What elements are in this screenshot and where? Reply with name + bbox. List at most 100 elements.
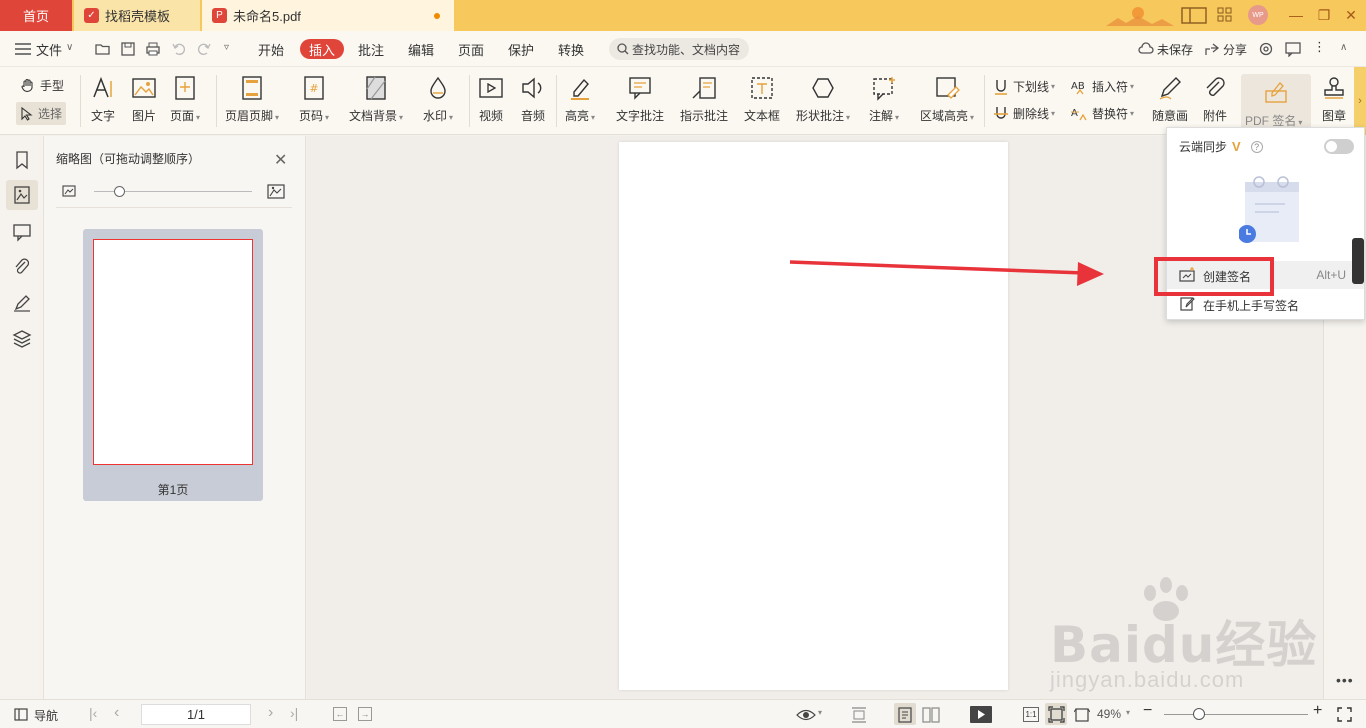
collapse-ribbon-icon[interactable]: ∧ [1340, 42, 1347, 53]
freehand-button[interactable]: 随意画 [1152, 75, 1188, 124]
double-page-icon[interactable] [922, 707, 940, 723]
pointer-comment-button[interactable]: 指示批注 [680, 75, 728, 124]
hamburger-icon[interactable] [15, 43, 31, 55]
tab-start[interactable]: 开始 [258, 40, 284, 59]
text-button[interactable]: 文字 [90, 75, 116, 124]
page-thumbnail[interactable]: 第1页 [83, 229, 263, 501]
tab-protect[interactable]: 保护 [508, 40, 534, 59]
video-button[interactable]: 视频 [478, 75, 504, 124]
annotation-button[interactable]: 注解 ▾ [869, 75, 899, 124]
play-slideshow-icon[interactable] [970, 706, 992, 723]
window-layout-icon[interactable] [1181, 7, 1207, 24]
tab-convert[interactable]: 转换 [558, 40, 584, 59]
pdf-sign-button[interactable]: PDF 签名 ▾ [1241, 74, 1311, 130]
page-number-input[interactable]: 1/1 [141, 704, 251, 725]
close-icon[interactable]: ✕ [1342, 6, 1360, 24]
page-thumbnail-preview [93, 239, 253, 465]
textbox-button[interactable]: 文本框 [744, 75, 780, 124]
attachment-icon[interactable] [12, 257, 32, 277]
insert-symbol-button[interactable]: AB 插入符 ▾ [1071, 78, 1134, 95]
tab-template[interactable]: ✓ 找稻壳模板 [74, 0, 200, 31]
last-page-icon[interactable]: ›| [290, 705, 298, 721]
restore-icon[interactable]: ❐ [1315, 6, 1333, 24]
feedback-icon[interactable] [1285, 41, 1301, 57]
background-button[interactable]: 文档背景 ▾ [349, 75, 403, 124]
fit-page-icon[interactable] [1048, 706, 1065, 723]
zoom-in-thumbnail-icon[interactable] [267, 184, 285, 199]
more-vertical-icon[interactable]: ⋮ [1313, 39, 1326, 55]
comment-icon[interactable] [12, 222, 32, 242]
layers-icon[interactable] [12, 329, 32, 349]
watermark-button[interactable]: 水印 ▾ [423, 75, 453, 124]
print-icon[interactable] [145, 41, 161, 57]
image-button[interactable]: 图片 [131, 75, 157, 124]
tab-edit[interactable]: 编辑 [408, 40, 434, 59]
zoom-percent[interactable]: 49% [1097, 707, 1121, 721]
attachment-button[interactable]: 附件 [1202, 75, 1228, 124]
save-icon[interactable] [120, 41, 136, 57]
hand-tool-button[interactable]: 手型 [20, 77, 64, 94]
eye-dropdown-icon[interactable]: ▾ [818, 708, 822, 717]
apps-grid-icon[interactable] [1217, 7, 1233, 23]
minimize-icon[interactable]: — [1287, 6, 1305, 24]
tab-comment[interactable]: 批注 [358, 40, 384, 59]
strikethrough-button[interactable]: 删除线 ▾ [994, 105, 1055, 122]
file-menu[interactable]: 文件 [36, 40, 62, 59]
redo-icon[interactable] [196, 41, 212, 57]
zoom-dropdown-icon[interactable]: ▾ [1126, 708, 1130, 717]
fit-width-icon[interactable] [851, 707, 867, 723]
replace-symbol-button[interactable]: A 替换符 ▾ [1071, 105, 1134, 122]
select-tool-button[interactable]: 选择 [16, 102, 67, 125]
eye-protection-icon[interactable] [796, 708, 816, 722]
floating-tool-handle[interactable] [1352, 238, 1364, 284]
thumbnail-zoom-slider[interactable] [114, 186, 125, 197]
shape-comment-button[interactable]: 形状批注 ▾ [796, 75, 850, 124]
help-icon[interactable]: ? [1250, 140, 1263, 153]
back-view-icon[interactable]: ← [333, 707, 347, 721]
page-number-button[interactable]: # 页码 ▾ [299, 75, 329, 124]
tab-insert[interactable]: 插入 [300, 39, 344, 59]
unsaved-label[interactable]: 未保存 [1157, 41, 1193, 58]
zoom-out-icon[interactable]: − [1143, 702, 1152, 720]
chevron-down-icon[interactable]: ∨ [66, 42, 73, 53]
zoom-out-thumbnail-icon[interactable] [62, 185, 76, 197]
navigation-panel-icon[interactable] [14, 708, 28, 721]
area-highlight-button[interactable]: 区域高亮 ▾ [920, 75, 974, 124]
signature-icon[interactable] [12, 293, 32, 313]
close-panel-icon[interactable]: ✕ [274, 150, 287, 170]
first-page-icon[interactable]: |‹ [89, 705, 97, 721]
share-button[interactable]: 分享 [1223, 41, 1247, 58]
single-page-icon[interactable] [898, 707, 912, 723]
cloud-sync-toggle[interactable] [1324, 139, 1354, 154]
tab-page[interactable]: 页面 [458, 40, 484, 59]
tab-home[interactable]: 首页 [0, 0, 72, 31]
prev-page-icon[interactable]: ‹ [114, 704, 119, 722]
actual-size-icon[interactable]: 1:1 [1023, 707, 1039, 722]
thumbnail-icon[interactable] [12, 185, 32, 205]
quick-access-more-icon[interactable]: ▿ [224, 42, 229, 53]
underline-button[interactable]: 下划线 ▾ [994, 78, 1055, 95]
stamp-button[interactable]: 图章 [1321, 75, 1347, 124]
header-footer-button[interactable]: 页眉页脚 ▾ [225, 75, 279, 124]
next-page-icon[interactable]: › [268, 704, 273, 722]
tab-file[interactable]: P 未命名5.pdf [202, 0, 454, 31]
navigation-label[interactable]: 导航 [34, 707, 58, 724]
fullscreen-icon[interactable] [1337, 707, 1352, 722]
pdf-page[interactable] [619, 142, 1008, 690]
ribbon-scroll-right-icon[interactable]: › [1354, 67, 1366, 135]
search-input[interactable]: 查找功能、文档内容 [609, 38, 749, 60]
text-comment-button[interactable]: 文字批注 [616, 75, 664, 124]
avatar[interactable]: WP [1248, 5, 1268, 25]
separator [556, 75, 557, 127]
bookmark-icon[interactable] [12, 150, 32, 170]
forward-view-icon[interactable]: → [358, 707, 372, 721]
fit-content-icon[interactable] [1074, 707, 1090, 723]
settings-icon[interactable] [1258, 41, 1274, 57]
zoom-in-icon[interactable]: + [1313, 702, 1322, 720]
open-folder-icon[interactable] [95, 41, 111, 57]
page-button[interactable]: 页面 ▾ [170, 75, 200, 124]
undo-icon[interactable] [171, 41, 187, 57]
audio-button[interactable]: 音频 [520, 75, 546, 124]
highlight-button[interactable]: 高亮 ▾ [565, 75, 595, 124]
zoom-slider[interactable] [1193, 708, 1205, 720]
